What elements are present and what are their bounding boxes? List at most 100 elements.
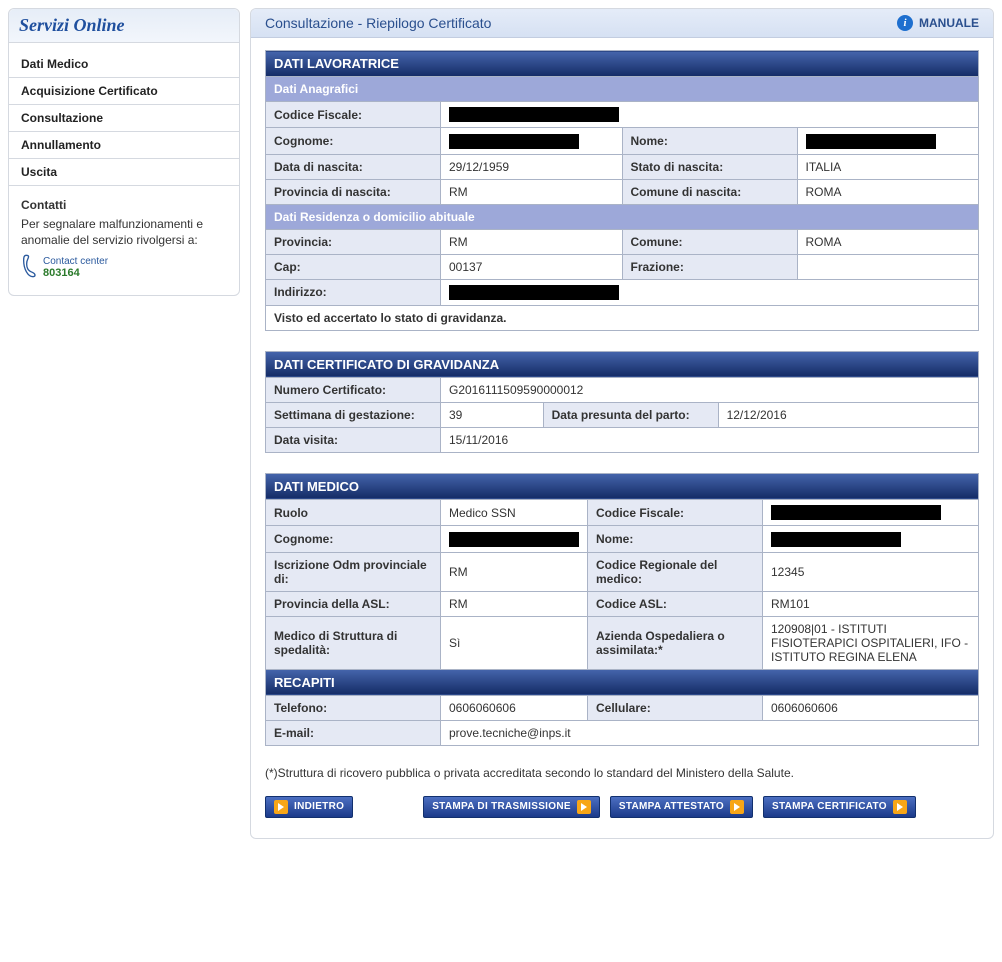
- fraz-value: [797, 254, 979, 279]
- worker-anag-subheader: Dati Anagrafici: [266, 77, 979, 102]
- dob-label: Data di nascita:: [266, 154, 441, 179]
- stato-value: ITALIA: [797, 154, 979, 179]
- contact-center-phone: 803164: [43, 267, 108, 279]
- azienda-value: 120908|01 - ISTITUTI FISIOTERAPICI OSPIT…: [763, 616, 979, 669]
- sidebar-item-annullamento[interactable]: Annullamento: [9, 132, 239, 159]
- arrow-left-icon: [274, 800, 288, 814]
- struttura-label: Medico di Struttura di spedalità:: [266, 616, 441, 669]
- worker-header: DATI LAVORATRICE: [266, 51, 979, 77]
- prov-nasc-value: RM: [441, 179, 623, 204]
- cell-value: 0606060606: [763, 695, 979, 720]
- cert-visita-value: 15/11/2016: [441, 427, 979, 452]
- medico-cognome-value: [441, 526, 588, 552]
- cert-header: DATI CERTIFICATO DI GRAVIDANZA: [266, 351, 979, 377]
- codreg-value: 12345: [763, 552, 979, 591]
- cognome-label: Cognome:: [266, 128, 441, 154]
- medico-nome-value: [763, 526, 979, 552]
- recapiti-header: RECAPITI: [266, 669, 979, 695]
- cert-sett-label: Settimana di gestazione:: [266, 402, 441, 427]
- asl-cod-label: Codice ASL:: [588, 591, 763, 616]
- cert-num-label: Numero Certificato:: [266, 377, 441, 402]
- sidebar-item-consultazione[interactable]: Consultazione: [9, 105, 239, 132]
- cap-label: Cap:: [266, 254, 441, 279]
- back-button[interactable]: INDIETRO: [265, 796, 353, 818]
- worker-resid-subheader: Dati Residenza o domicilio abituale: [266, 204, 979, 229]
- print-certificato-label: STAMPA CERTIFICATO: [772, 801, 887, 812]
- odm-label: Iscrizione Odm provinciale di:: [266, 552, 441, 591]
- ruolo-label: Ruolo: [266, 499, 441, 525]
- pregnancy-statement: Visto ed accertato lo stato di gravidanz…: [266, 305, 979, 330]
- medico-cognome-label: Cognome:: [266, 526, 441, 552]
- medico-nome-label: Nome:: [588, 526, 763, 552]
- tel-value: 0606060606: [441, 695, 588, 720]
- main-header: Consultazione - Riepilogo Certificato i …: [251, 9, 993, 38]
- manual-link[interactable]: i MANUALE: [897, 15, 979, 31]
- sidebar-menu: Dati Medico Acquisizione Certificato Con…: [9, 43, 239, 190]
- comune-nasc-label: Comune di nascita:: [622, 179, 797, 204]
- medico-block: DATI MEDICO Ruolo Medico SSN Codice Fisc…: [265, 473, 979, 746]
- asl-prov-label: Provincia della ASL:: [266, 591, 441, 616]
- ind-label: Indirizzo:: [266, 279, 441, 305]
- medico-cf-label: Codice Fiscale:: [588, 499, 763, 525]
- medico-cf-value: [763, 499, 979, 525]
- struttura-value: Sì: [441, 616, 588, 669]
- email-label: E-mail:: [266, 720, 441, 745]
- dob-value: 29/12/1959: [441, 154, 623, 179]
- contacts-text: Per segnalare malfunzionamenti e anomali…: [21, 216, 227, 248]
- cert-visita-label: Data visita:: [266, 427, 441, 452]
- back-button-label: INDIETRO: [294, 801, 344, 812]
- asl-cod-value: RM101: [763, 591, 979, 616]
- print-transmission-label: STAMPA DI TRASMISSIONE: [432, 801, 571, 812]
- sidebar-item-acquisizione[interactable]: Acquisizione Certificato: [9, 78, 239, 105]
- odm-value: RM: [441, 552, 588, 591]
- footnote: (*)Struttura di ricovero pubblica o priv…: [265, 766, 979, 780]
- nome-value: [797, 128, 979, 154]
- print-certificato-button[interactable]: STAMPA CERTIFICATO: [763, 796, 916, 818]
- info-icon: i: [897, 15, 913, 31]
- prov-nasc-label: Provincia di nascita:: [266, 179, 441, 204]
- cert-dpp-label: Data presunta del parto:: [543, 402, 718, 427]
- contacts-title: Contatti: [21, 198, 227, 212]
- medico-header: DATI MEDICO: [266, 473, 979, 499]
- sidebar-title: Servizi Online: [9, 9, 239, 43]
- page-title: Consultazione - Riepilogo Certificato: [265, 15, 491, 31]
- arrow-right-icon: [893, 800, 907, 814]
- arrow-right-icon: [730, 800, 744, 814]
- tel-label: Telefono:: [266, 695, 441, 720]
- comune-label: Comune:: [622, 229, 797, 254]
- prov-label: Provincia:: [266, 229, 441, 254]
- contact-center-label: Contact center: [43, 256, 108, 267]
- cert-sett-value: 39: [441, 402, 544, 427]
- fraz-label: Frazione:: [622, 254, 797, 279]
- prov-value: RM: [441, 229, 623, 254]
- stato-label: Stato di nascita:: [622, 154, 797, 179]
- ruolo-value: Medico SSN: [441, 499, 588, 525]
- comune-value: ROMA: [797, 229, 979, 254]
- worker-block: DATI LAVORATRICE Dati Anagrafici Codice …: [265, 50, 979, 331]
- cap-value: 00137: [441, 254, 623, 279]
- contact-center[interactable]: Contact center 803164: [21, 254, 227, 281]
- sidebar: Servizi Online Dati Medico Acquisizione …: [8, 8, 240, 296]
- cognome-value: [441, 128, 623, 154]
- comune-nasc-value: ROMA: [797, 179, 979, 204]
- arrow-right-icon: [577, 800, 591, 814]
- print-attestato-label: STAMPA ATTESTATO: [619, 801, 724, 812]
- cert-num-value: G2016111509590000012: [441, 377, 979, 402]
- cert-block: DATI CERTIFICATO DI GRAVIDANZA Numero Ce…: [265, 351, 979, 453]
- email-value: prove.tecniche@inps.it: [441, 720, 979, 745]
- sidebar-item-dati-medico[interactable]: Dati Medico: [9, 51, 239, 78]
- nome-label: Nome:: [622, 128, 797, 154]
- print-attestato-button[interactable]: STAMPA ATTESTATO: [610, 796, 753, 818]
- phone-icon: [21, 254, 37, 281]
- main-panel: Consultazione - Riepilogo Certificato i …: [250, 8, 994, 839]
- cf-label: Codice Fiscale:: [266, 102, 441, 128]
- contacts-block: Contatti Per segnalare malfunzionamenti …: [9, 190, 239, 295]
- sidebar-item-uscita[interactable]: Uscita: [9, 159, 239, 186]
- cell-label: Cellulare:: [588, 695, 763, 720]
- cf-value: [441, 102, 979, 128]
- asl-prov-value: RM: [441, 591, 588, 616]
- azienda-label: Azienda Ospedaliera o assimilata:*: [588, 616, 763, 669]
- manual-label: MANUALE: [919, 16, 979, 30]
- ind-value: [441, 279, 979, 305]
- print-transmission-button[interactable]: STAMPA DI TRASMISSIONE: [423, 796, 600, 818]
